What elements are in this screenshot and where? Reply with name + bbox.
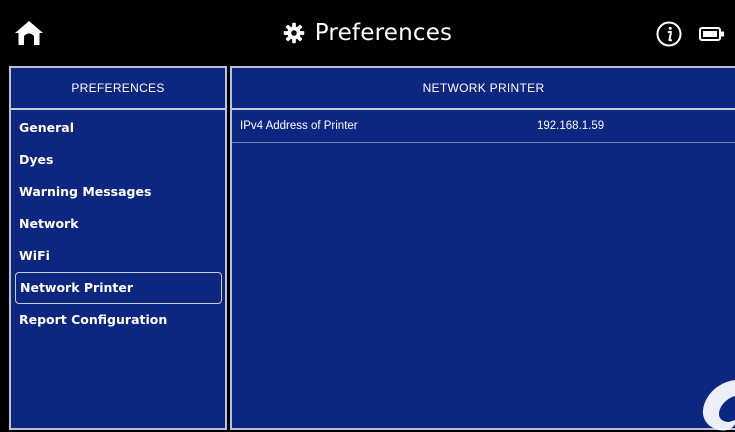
network-printer-panel: NETWORK PRINTER IPv4 Address of Printer … — [230, 66, 735, 430]
menu-item-report-configuration[interactable]: Report Configuration — [11, 304, 222, 336]
menu-item-wifi[interactable]: WiFi — [11, 240, 222, 272]
preferences-panel-heading: PREFERENCES — [11, 68, 225, 110]
top-bar: Preferences — [0, 0, 735, 66]
printer-ipv4-value: 192.168.1.59 — [537, 120, 605, 132]
menu-item-dyes[interactable]: Dyes — [11, 144, 222, 176]
menu-item-general[interactable]: General — [11, 112, 222, 144]
preferences-panel: PREFERENCES General Dyes Warning Message… — [9, 66, 227, 430]
menu-item-network-printer[interactable]: Network Printer — [15, 272, 222, 304]
page-title: Preferences — [314, 20, 453, 46]
printer-ipv4-row[interactable]: IPv4 Address of Printer 192.168.1.59 — [232, 110, 735, 143]
menu-item-network[interactable]: Network — [11, 208, 222, 240]
menu-item-warning-messages[interactable]: Warning Messages — [11, 176, 222, 208]
title-group: Preferences — [0, 0, 735, 66]
battery-icon — [699, 27, 724, 41]
gear-icon — [283, 22, 305, 44]
preferences-menu: General Dyes Warning Messages Network Wi… — [11, 112, 225, 336]
printer-ipv4-label: IPv4 Address of Printer — [240, 120, 358, 132]
info-icon[interactable] — [656, 21, 682, 47]
network-printer-panel-heading: NETWORK PRINTER — [232, 68, 735, 110]
watermark-logo-icon — [702, 380, 735, 431]
